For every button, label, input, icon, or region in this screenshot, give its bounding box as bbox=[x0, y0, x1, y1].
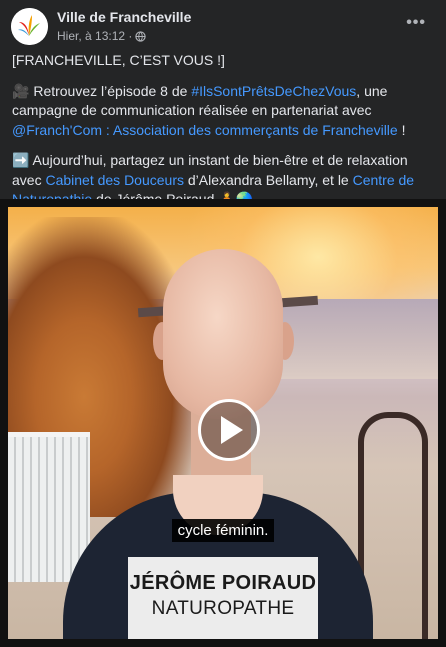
subtitle-text: cycle féminin. bbox=[171, 519, 275, 542]
person-head bbox=[163, 249, 283, 419]
page-name-link[interactable]: Ville de Francheville bbox=[57, 9, 191, 25]
post-timestamp[interactable]: Hier, à 13:12 · bbox=[57, 29, 132, 43]
person-name: JÉRÔME POIRAUD bbox=[129, 572, 317, 594]
cabinet-des-douceurs-link[interactable]: Cabinet des Douceurs bbox=[45, 172, 184, 188]
globe-icon bbox=[135, 30, 147, 42]
post-line-title: [FRANCHEVILLE, C’EST VOUS !] bbox=[12, 52, 225, 68]
person-title: NATUROPATHE bbox=[151, 598, 295, 619]
video-frame: cycle féminin. JÉRÔME POIRAUD NATUROPATH… bbox=[8, 207, 438, 639]
arrow-emoji: ➡️ bbox=[12, 152, 30, 168]
post-header: Ville de Francheville Hier, à 13:12 · ••… bbox=[0, 0, 446, 50]
lower-third-caption: JÉRÔME POIRAUD NATUROPATHE bbox=[128, 557, 318, 639]
hashtag-link[interactable]: #IlsSontPrêtsDeChezVous bbox=[191, 83, 356, 99]
play-icon bbox=[221, 416, 243, 444]
more-options-icon[interactable]: ••• bbox=[406, 14, 426, 32]
post-meta: Hier, à 13:12 · bbox=[57, 29, 147, 43]
camera-emoji: 🎥 bbox=[12, 82, 30, 99]
video-subtitle: cycle féminin. bbox=[8, 519, 438, 542]
page-logo-icon[interactable] bbox=[11, 8, 48, 45]
play-button[interactable] bbox=[198, 399, 260, 461]
post-paragraph-episode: 🎥 Retrouvez l’épisode 8 de #IlsSontPrêts… bbox=[12, 82, 406, 138]
post-message: [FRANCHEVILLE, C’EST VOUS !] 🎥 Retrouvez… bbox=[12, 51, 437, 221]
mention-franchcom-link[interactable]: @Franch'Com : Association des commerçant… bbox=[12, 122, 398, 138]
video-player[interactable]: cycle féminin. JÉRÔME POIRAUD NATUROPATH… bbox=[0, 199, 446, 647]
